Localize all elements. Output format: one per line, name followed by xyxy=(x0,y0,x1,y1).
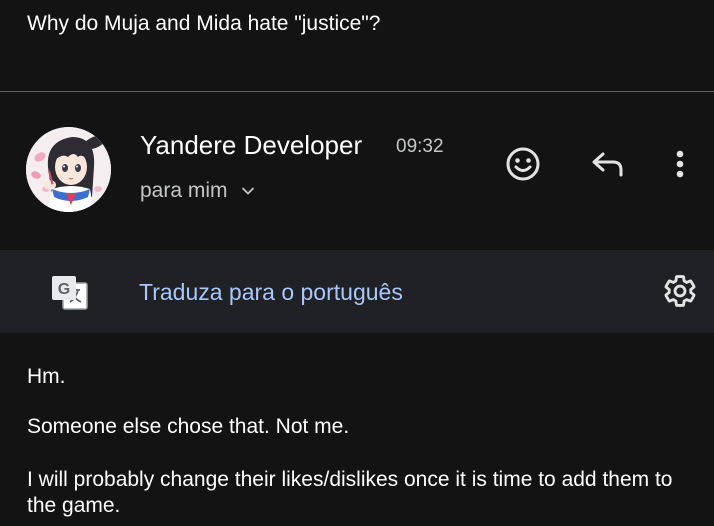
message-paragraph: I will probably change their likes/disli… xyxy=(27,468,673,517)
translate-settings-button[interactable] xyxy=(660,271,700,311)
more-options-button[interactable] xyxy=(662,142,698,186)
more-vert-icon xyxy=(676,150,684,178)
emoji-icon xyxy=(506,147,540,181)
message-paragraph: Someone else chose that. Not me. xyxy=(27,415,350,438)
reply-icon xyxy=(592,152,623,177)
email-time: 09:32 xyxy=(396,136,444,157)
email-subject: Why do Muja and Mida hate "justice"? xyxy=(27,12,381,35)
gear-icon xyxy=(664,275,696,307)
svg-text:G: G xyxy=(58,281,70,298)
recipient-label: para mim xyxy=(140,179,228,202)
add-reaction-button[interactable] xyxy=(501,142,545,186)
reply-button[interactable] xyxy=(586,142,630,186)
avatar-illustration xyxy=(26,127,111,212)
sender-name: Yandere Developer xyxy=(140,130,363,160)
header-divider xyxy=(0,91,714,92)
message-paragraph: Hm. xyxy=(27,365,66,388)
recipient-details-toggle[interactable]: para mim xyxy=(140,177,256,205)
translate-link[interactable]: Traduza para o português xyxy=(139,277,403,307)
sender-avatar[interactable] xyxy=(26,127,111,212)
translate-icon: G xyxy=(52,276,88,310)
chevron-down-icon xyxy=(241,187,254,195)
